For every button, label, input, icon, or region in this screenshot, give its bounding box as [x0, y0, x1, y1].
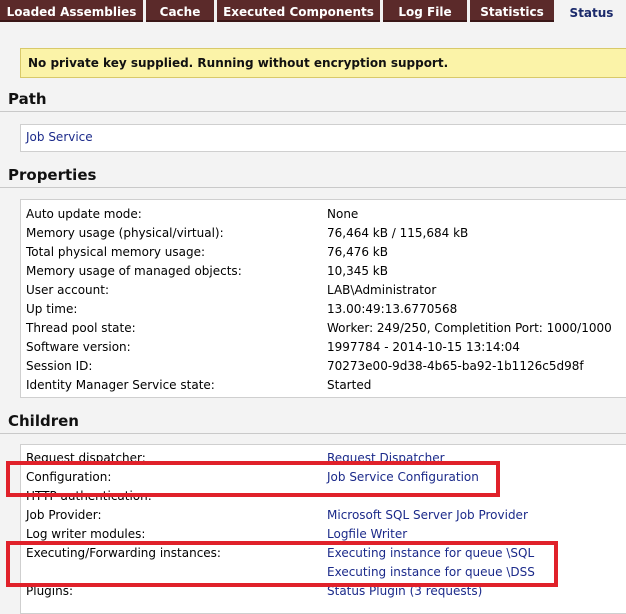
tab-bar: Loaded Assemblies Cache Executed Compone… [0, 0, 626, 24]
property-value: 1997784 - 2014-10-15 13:14:04 [327, 340, 520, 354]
property-key: Memory usage (physical/virtual): [26, 226, 224, 240]
property-key: Memory usage of managed objects: [26, 264, 242, 278]
property-value: 10,345 kB [327, 264, 388, 278]
property-value: 76,476 kB [327, 245, 388, 259]
property-key: Total physical memory usage: [26, 245, 206, 259]
child-row: Job Provider: Microsoft SQL Server Job Pr… [26, 506, 626, 525]
property-key: User account: [26, 283, 110, 297]
property-value: None [327, 207, 359, 221]
property-key: Software version: [26, 340, 131, 354]
property-key: Up time: [26, 302, 78, 316]
tab-log-file[interactable]: Log File [383, 0, 467, 22]
property-value: Started [327, 378, 372, 392]
property-row: Auto update mode: None [26, 205, 626, 224]
property-row: Identity Manager Service state: Started [26, 376, 626, 395]
encryption-warning-banner: No private key supplied. Running without… [20, 48, 626, 78]
property-row: Memory usage (physical/virtual): 76,464 k… [26, 224, 626, 243]
tab-loaded-assemblies[interactable]: Loaded Assemblies [0, 0, 143, 22]
path-heading: Path [0, 88, 626, 112]
status-page: No private key supplied. Running without… [0, 24, 626, 614]
property-key: Thread pool state: [26, 321, 136, 335]
property-row: Memory usage of managed objects: 10,345 k… [26, 262, 626, 281]
tab-cache[interactable]: Cache [146, 0, 214, 22]
children-heading: Children [0, 410, 626, 434]
property-value: 70273e00-9d38-4b65-ba92-1b1126c5d98f [327, 359, 584, 373]
property-value: 13.00:49:13.6770568 [327, 302, 458, 316]
property-row: Software version: 1997784 - 2014-10-15 13… [26, 338, 626, 357]
property-row: User account: LAB\Administrator [26, 281, 626, 300]
properties-box: Auto update mode: None Memory usage (phys… [20, 199, 626, 398]
property-key: Identity Manager Service state: [26, 378, 215, 392]
property-key: Session ID: [26, 359, 93, 373]
tab-executed-components[interactable]: Executed Components [217, 0, 380, 22]
tab-status[interactable]: Status [557, 0, 626, 24]
path-link-job-service[interactable]: Job Service [26, 130, 93, 144]
property-value: LAB\Administrator [327, 283, 437, 297]
property-row: Thread pool state: Worker: 249/250, Compl… [26, 319, 626, 338]
property-row: Session ID: 70273e00-9d38-4b65-ba92-1b112… [26, 357, 626, 376]
properties-heading: Properties [0, 164, 626, 188]
path-box: Job Service [20, 124, 626, 152]
executing-instances-highlight-box [6, 541, 558, 587]
tab-statistics[interactable]: Statistics [470, 0, 554, 22]
job-provider-link[interactable]: Microsoft SQL Server Job Provider [327, 506, 528, 525]
child-key: Job Provider: [26, 508, 102, 522]
property-key: Auto update mode: [26, 207, 142, 221]
property-row: Up time: 13.00:49:13.6770568 [26, 300, 626, 319]
property-value: 76,464 kB / 115,684 kB [327, 226, 469, 240]
property-value: Worker: 249/250, Completition Port: 1000… [327, 321, 612, 335]
configuration-highlight-box [6, 461, 500, 497]
property-row: Total physical memory usage: 76,476 kB [26, 243, 626, 262]
